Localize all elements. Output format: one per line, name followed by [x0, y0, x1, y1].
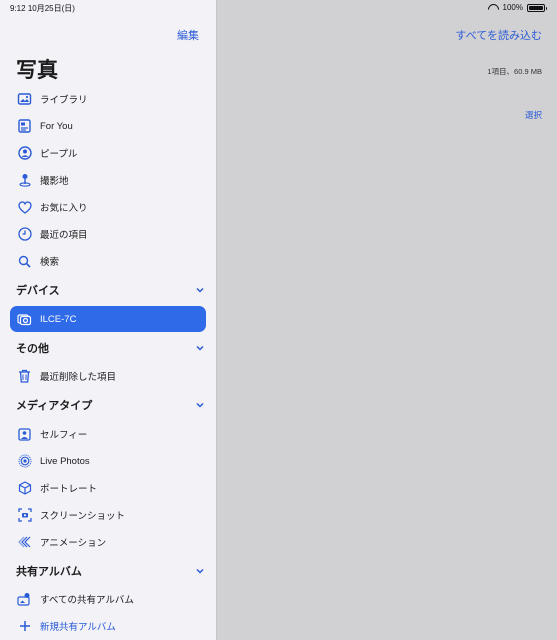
sidebar-item-selfies[interactable]: セルフィー — [10, 421, 206, 447]
sidebar-item-recently-deleted[interactable]: 最近削除した項目 — [10, 363, 206, 389]
sidebar-item-library[interactable]: ライブラリ — [10, 86, 206, 112]
import-summary: 1項目、60.9 MB — [487, 67, 542, 76]
sidebar-item-label: すべての共有アルバム — [40, 595, 134, 606]
sidebar-item-label: スクリーンショット — [40, 511, 126, 522]
sidebar-item-label: 最近削除した項目 — [40, 372, 117, 383]
photo-library-icon — [17, 92, 32, 107]
edit-button[interactable]: 編集 — [177, 27, 199, 43]
camera-import-icon — [17, 312, 32, 327]
battery-percent: 100% — [502, 3, 523, 12]
sidebar-item-label: Live Photos — [40, 455, 90, 467]
sidebar-item-all-shared-albums[interactable]: すべての共有アルバム — [10, 586, 206, 612]
chevron-down-icon[interactable] — [194, 399, 206, 411]
chevron-down-icon[interactable] — [194, 565, 206, 577]
sidebar-item-label: 撮影地 — [40, 176, 69, 187]
section-title: その他 — [16, 343, 49, 355]
section-header-other[interactable]: その他 — [16, 339, 206, 357]
sidebar-item-label: セルフィー — [40, 430, 88, 441]
section-title: デバイス — [16, 285, 60, 297]
sidebar-item-label: For You — [40, 120, 73, 132]
sidebar-item-for-you[interactable]: For You — [10, 113, 206, 139]
import-content-pane: 100% すべてを読み込む 1項目、60.9 MB 選択 — [217, 0, 557, 640]
sidebar-item-screenshots[interactable]: スクリーンショット — [10, 502, 206, 528]
section-title: メディアタイプ — [16, 400, 93, 412]
sidebar-item-label: ピープル — [40, 149, 78, 160]
select-button[interactable]: 選択 — [525, 109, 542, 121]
status-time: 9:12 — [10, 4, 26, 13]
sidebar-item-recents[interactable]: 最近の項目 — [10, 221, 206, 247]
sidebar-item-search[interactable]: 検索 — [10, 248, 206, 274]
heart-icon — [17, 200, 32, 215]
sidebar-item-live-photos[interactable]: Live Photos — [10, 448, 206, 474]
status-date: 10月25日(日) — [27, 4, 75, 13]
sidebar-item-label: ポートレート — [40, 484, 98, 495]
sidebar-item-new-shared-album[interactable]: 新規共有アルバム — [10, 613, 206, 639]
sidebar-item-label: アニメーション — [40, 538, 107, 549]
chevron-down-icon[interactable] — [194, 284, 206, 296]
sidebar-item-camera-ilce-7c[interactable]: ILCE-7C — [10, 306, 206, 332]
for-you-icon — [17, 119, 32, 134]
plus-icon — [17, 619, 32, 634]
chevron-down-icon[interactable] — [194, 342, 206, 354]
screenshot-icon — [17, 508, 32, 523]
shared-albums-icon — [17, 592, 32, 607]
sidebar-item-label: ILCE-7C — [40, 313, 77, 325]
clock-icon — [17, 227, 32, 242]
people-icon — [17, 146, 32, 161]
import-all-button[interactable]: すべてを読み込む — [455, 27, 542, 43]
sidebar-item-label: お気に入り — [40, 203, 88, 214]
status-bar-right: 100% — [217, 0, 557, 16]
places-pin-icon — [17, 173, 32, 188]
sidebar-item-favorites[interactable]: お気に入り — [10, 194, 206, 220]
sidebar-item-animated[interactable]: アニメーション — [10, 529, 206, 555]
section-header-shared-albums[interactable]: 共有アルバム — [16, 562, 206, 580]
sidebar-item-label: 検索 — [40, 257, 60, 268]
section-header-devices[interactable]: デバイス — [16, 281, 206, 299]
sidebar-item-label: 新規共有アルバム — [40, 622, 116, 633]
wifi-icon — [488, 4, 499, 12]
sidebar-item-portrait[interactable]: ポートレート — [10, 475, 206, 501]
page-title: 写真 — [16, 59, 58, 82]
sidebar-item-people[interactable]: ピープル — [10, 140, 206, 166]
sidebar-item-label: ライブラリ — [40, 95, 88, 106]
status-bar: 9:12 10月25日(日) — [0, 0, 216, 16]
sidebar: 9:12 10月25日(日) 編集 写真 ライブラリ For You ピープル … — [0, 0, 217, 640]
sidebar-item-label: 最近の項目 — [40, 230, 88, 241]
animation-icon — [17, 535, 32, 550]
portrait-cube-icon — [17, 481, 32, 496]
battery-icon — [527, 3, 547, 12]
trash-icon — [17, 369, 32, 384]
search-icon — [17, 254, 32, 269]
section-title: 共有アルバム — [16, 566, 82, 578]
status-indicators: 100% — [488, 3, 547, 12]
selfie-icon — [17, 427, 32, 442]
live-photos-icon — [17, 454, 32, 469]
sidebar-item-places[interactable]: 撮影地 — [10, 167, 206, 193]
status-time-date: 9:12 10月25日(日) — [10, 3, 75, 14]
section-header-media-types[interactable]: メディアタイプ — [16, 396, 206, 414]
